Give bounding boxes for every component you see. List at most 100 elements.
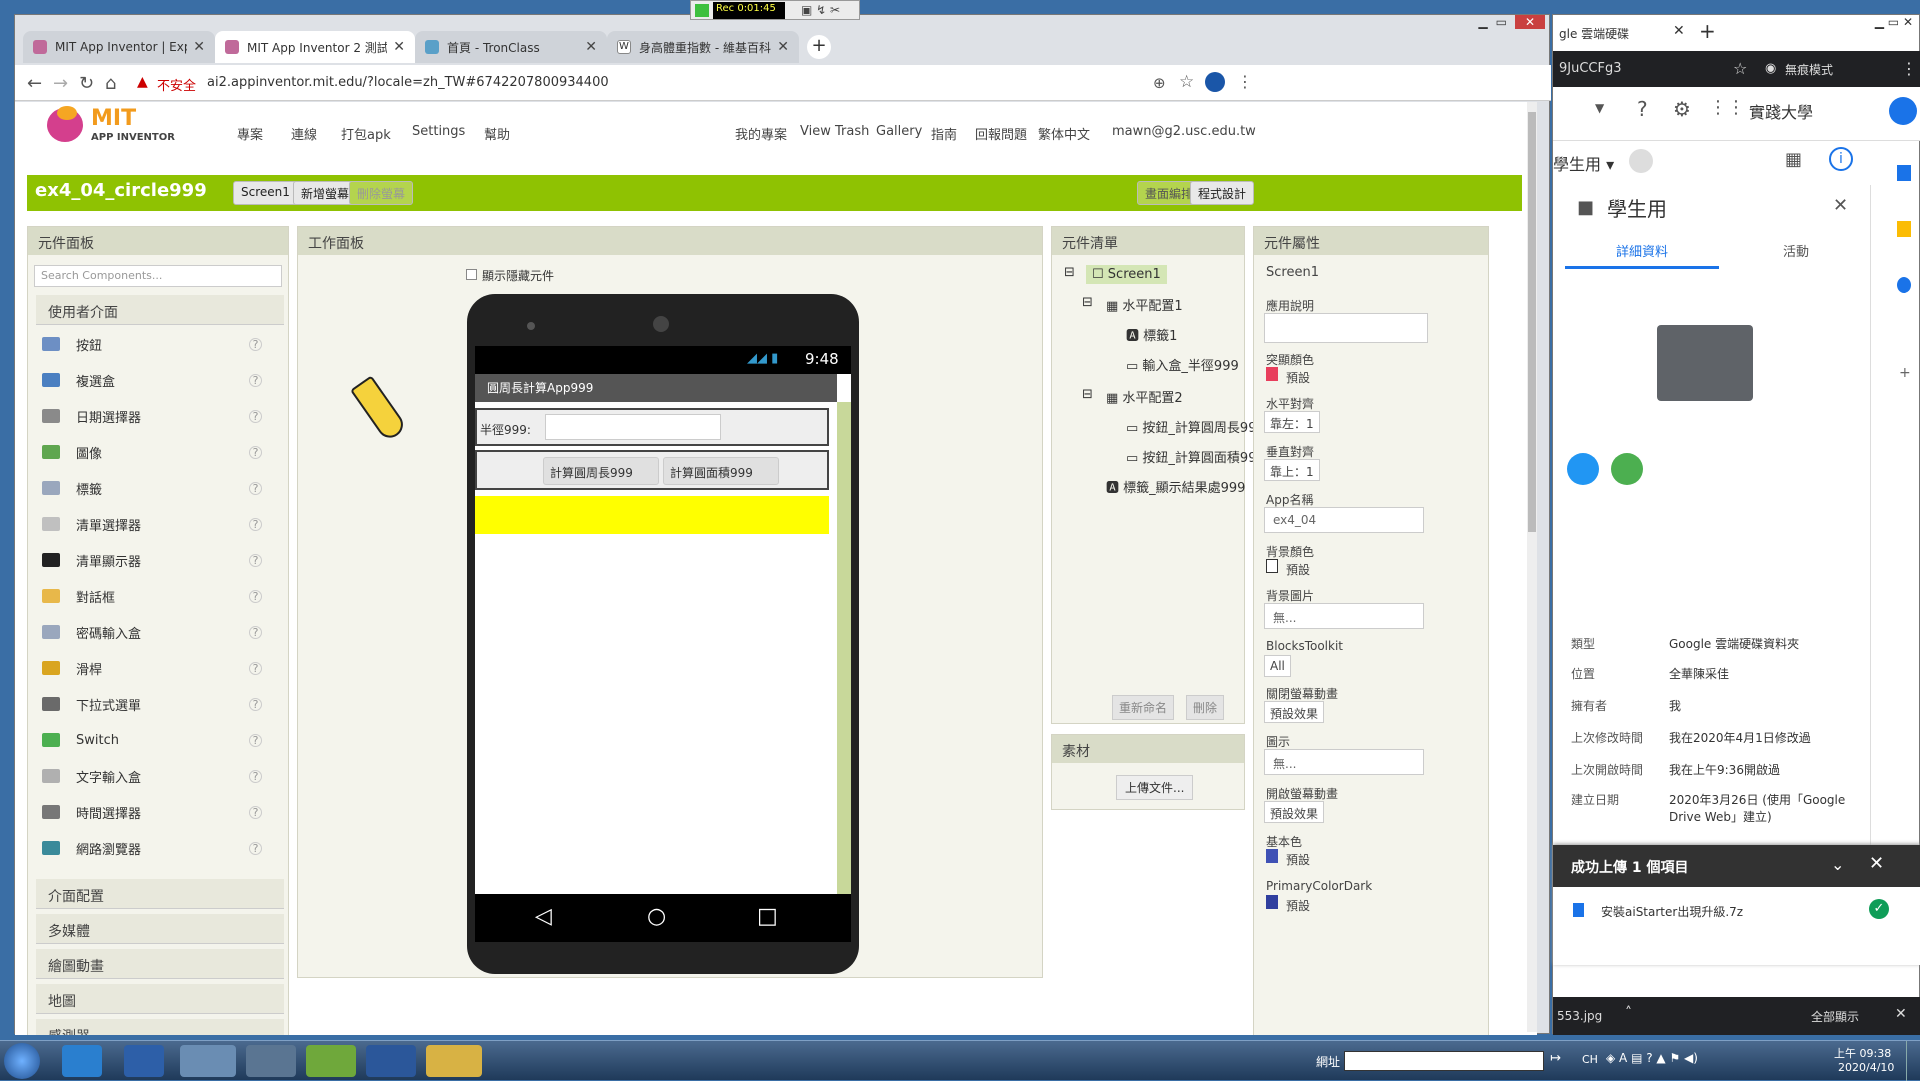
settings-gear-icon[interactable]: ⚙ — [1673, 97, 1691, 121]
save-disk-icon[interactable] — [246, 1045, 296, 1077]
palette-item[interactable]: 日期選擇器? — [42, 401, 272, 431]
prop-close-anim-select[interactable]: 預設效果 — [1264, 701, 1325, 723]
drive-tab[interactable]: gle 雲端硬碟 — [1553, 17, 1671, 49]
recorder-controls[interactable]: ▣ ↯ ✂ — [801, 3, 840, 17]
help-icon[interactable]: ? — [249, 661, 262, 675]
tree-hz1[interactable]: ▦ 水平配置1 — [1106, 295, 1183, 314]
tree-collapse-icon[interactable]: ⊟ — [1082, 387, 1093, 402]
palette-item[interactable]: 網路瀏覽器? — [42, 833, 272, 863]
help-icon[interactable]: ? — [249, 805, 262, 819]
tab-app-inventor[interactable]: MIT App Inventor 2 測試版 ✕ — [215, 31, 415, 63]
palette-category[interactable]: 介面配置 — [36, 879, 284, 909]
palette-item[interactable]: 文字輸入盒? — [42, 761, 272, 791]
palette-category[interactable]: 繪圖動畫 — [36, 949, 284, 979]
drive-window-controls[interactable]: ▁ ▭ ✕ — [1875, 15, 1913, 29]
info-icon[interactable]: i — [1829, 147, 1853, 171]
blocks-button[interactable]: 程式設計 — [1190, 181, 1255, 205]
back-icon[interactable]: ← — [27, 73, 42, 94]
tray-icons[interactable]: ◈ A ▤ ? ▲ ⚑ ◀) — [1606, 1051, 1698, 1065]
ie-icon[interactable] — [62, 1045, 102, 1077]
horizontal-arrangement-2[interactable]: 計算圓周長999 計算圓面積999 — [475, 450, 829, 490]
primary-swatch[interactable] — [1266, 849, 1278, 863]
help-icon[interactable]: ? — [1637, 97, 1648, 121]
palette-item[interactable]: 滑桿? — [42, 653, 272, 683]
url-text[interactable]: ai2.appinventor.mit.edu/?locale=zh_TW#67… — [207, 75, 609, 90]
prop-halign-select[interactable]: 靠左：1 — [1264, 411, 1320, 433]
menu-guide[interactable]: 指南 — [931, 124, 957, 143]
page-scrollbar-thumb[interactable] — [1528, 112, 1536, 532]
palette-item[interactable]: 對話框? — [42, 581, 272, 611]
help-icon[interactable]: ? — [249, 517, 262, 531]
close-download-icon[interactable]: ✕ — [1895, 1006, 1907, 1022]
close-toast-icon[interactable]: ✕ — [1869, 853, 1884, 874]
screen-select[interactable]: Screen1 — [233, 181, 298, 205]
drive-url-text[interactable]: 9JuCCFg3 — [1559, 61, 1622, 76]
language-indicator[interactable]: CH — [1582, 1053, 1598, 1066]
close-details-icon[interactable]: ✕ — [1833, 195, 1848, 216]
help-icon[interactable]: ? — [249, 373, 262, 387]
help-icon[interactable]: ? — [249, 733, 262, 747]
menu-gallery[interactable]: Gallery — [876, 124, 922, 139]
window-controls[interactable]: ▁ ▭ ✕ — [1478, 15, 1545, 29]
accent-swatch[interactable] — [1266, 367, 1278, 381]
menu-account[interactable]: mawn@g2.usc.edu.tw — [1112, 124, 1256, 139]
mit-logo[interactable]: MIT APP INVENTOR — [47, 106, 175, 146]
tree-collapse-icon[interactable]: ⊟ — [1082, 295, 1093, 310]
close-tab-icon[interactable]: ✕ — [193, 39, 205, 55]
palette-category[interactable]: 地圖 — [36, 984, 284, 1014]
help-icon[interactable]: ? — [249, 409, 262, 423]
taskbar-address-input[interactable] — [1344, 1051, 1544, 1071]
tab-details[interactable]: 詳細資料 — [1565, 229, 1719, 269]
tab-explore-mit[interactable]: MIT App Inventor | Explore MIT ✕ — [23, 31, 215, 63]
primary-dark-swatch[interactable] — [1266, 895, 1278, 909]
close-window-icon[interactable]: ✕ — [1514, 15, 1545, 29]
chrome-menu-icon[interactable]: ⋮ — [1237, 72, 1253, 91]
help-icon[interactable]: ? — [249, 481, 262, 495]
forward-icon[interactable]: → — [53, 73, 68, 94]
bookmark-star-icon[interactable]: ☆ — [1179, 72, 1194, 92]
incognito-label[interactable]: 無痕模式 — [1785, 61, 1833, 78]
explorer-folder-icon[interactable] — [426, 1045, 482, 1077]
menu-my-projects[interactable]: 我的專案 — [735, 124, 787, 143]
palette-item[interactable]: 時間選擇器? — [42, 797, 272, 827]
new-tab-button[interactable]: + — [807, 35, 831, 59]
close-tab-icon[interactable]: ✕ — [585, 39, 597, 55]
tree-textbox[interactable]: ▭ 輸入盒_半徑999 — [1126, 355, 1239, 374]
perimeter-button[interactable]: 計算圓周長999 — [543, 457, 659, 485]
home-icon[interactable]: ⌂ — [105, 73, 116, 94]
drive-avatar[interactable] — [1889, 97, 1917, 125]
menu-language[interactable]: 繁体中文 — [1038, 124, 1090, 143]
palette-item[interactable]: 標籤? — [42, 473, 272, 503]
help-icon[interactable]: ? — [249, 337, 262, 351]
link-icon[interactable] — [1611, 453, 1643, 485]
page-scrollbar[interactable] — [1527, 102, 1537, 1032]
screen-scrollbar[interactable] — [837, 402, 851, 894]
grid-view-icon[interactable]: ▦ — [1785, 149, 1802, 170]
download-chevron-icon[interactable]: ˄ — [1625, 1005, 1632, 1021]
start-button[interactable] — [4, 1043, 40, 1079]
horizontal-arrangement-1[interactable]: 半徑999: — [475, 408, 829, 446]
prop-icon-input[interactable]: 無... — [1264, 749, 1424, 775]
tree-btn-perimeter[interactable]: ▭ 按鈕_計算圓周長999 — [1126, 417, 1265, 436]
palette-item[interactable]: Switch? — [42, 725, 272, 755]
clock-time[interactable]: 上午 09:38 — [1834, 1045, 1891, 1061]
chrome-icon[interactable] — [180, 1045, 236, 1077]
palette-item[interactable]: 密碼輸入盒? — [42, 617, 272, 647]
category-user-interface[interactable]: 使用者介面 — [36, 295, 284, 325]
bgcolor-swatch[interactable] — [1266, 559, 1278, 573]
upload-button[interactable]: 上傳文件... — [1116, 775, 1194, 800]
tree-screen1[interactable]: ☐ Screen1 — [1086, 265, 1167, 284]
minimize-icon[interactable]: ▁ — [1478, 15, 1487, 29]
prop-bgcolor-value[interactable]: 預設 — [1286, 561, 1310, 578]
menu-connect[interactable]: 連線 — [291, 124, 317, 143]
collapse-icon[interactable]: ⌄ — [1831, 855, 1844, 874]
side-add-icon[interactable]: + — [1899, 365, 1911, 381]
menu-help[interactable]: 幫助 — [484, 124, 510, 143]
show-hidden-checkbox[interactable] — [466, 269, 477, 280]
menu-settings[interactable]: Settings — [412, 124, 465, 139]
side-calendar-icon[interactable] — [1897, 165, 1911, 181]
chrome-menu-icon[interactable]: ⋮ — [1901, 59, 1917, 78]
palette-item[interactable]: 下拉式選單? — [42, 689, 272, 719]
tree-label1[interactable]: 🅰 標籤1 — [1126, 325, 1177, 344]
palette-item[interactable]: 複選盒? — [42, 365, 272, 395]
